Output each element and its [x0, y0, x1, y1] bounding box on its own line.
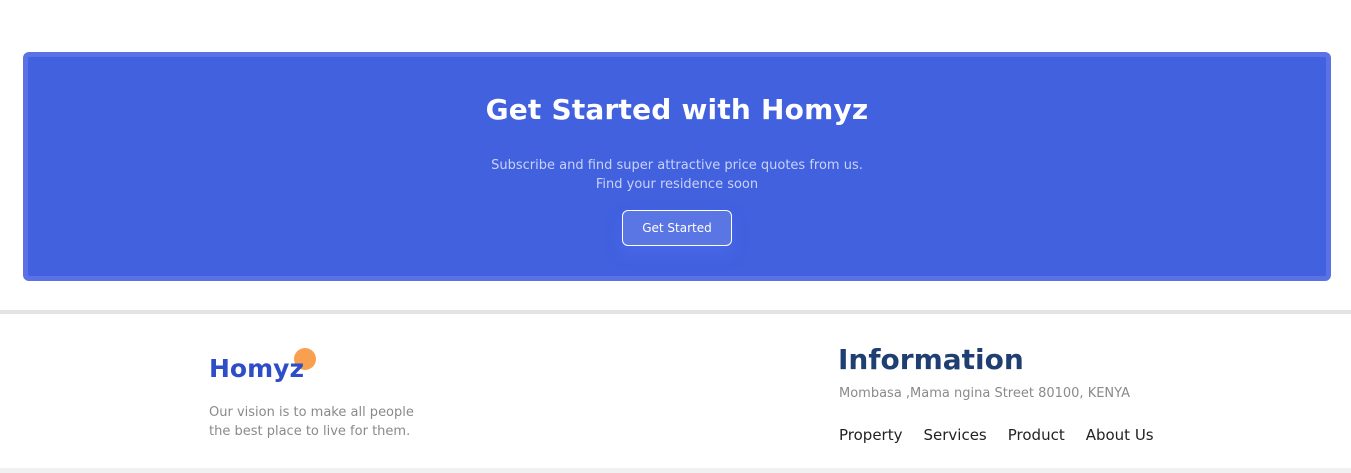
footer-link-product[interactable]: Product: [1008, 426, 1065, 444]
vision-line-2: the best place to live for them.: [209, 424, 411, 439]
page-bottom-edge: [0, 468, 1351, 473]
information-heading: Information: [838, 343, 1024, 376]
footer-link-property[interactable]: Property: [839, 426, 902, 444]
footer-nav: Property Services Product About Us: [839, 426, 1154, 444]
vision-line-1: Our vision is to make all people: [209, 405, 414, 420]
banner-subtitle: Subscribe and find super attractive pric…: [28, 156, 1326, 194]
logo-text: Homyz: [209, 354, 304, 383]
footer-link-about-us[interactable]: About Us: [1086, 426, 1154, 444]
footer-logo[interactable]: Homyz: [209, 348, 329, 391]
footer-link-services[interactable]: Services: [923, 426, 986, 444]
banner-subtitle-line-1: Subscribe and find super attractive pric…: [491, 158, 863, 173]
footer-vision-text: Our vision is to make all people the bes…: [209, 403, 439, 441]
footer-address: Mombasa ,Mama ngina Street 80100, KENYA: [839, 386, 1130, 401]
page: Get Started with Homyz Subscribe and fin…: [0, 0, 1351, 473]
banner-title: Get Started with Homyz: [485, 93, 869, 126]
get-started-banner: Get Started with Homyz Subscribe and fin…: [23, 52, 1331, 281]
footer-divider: [0, 310, 1351, 314]
get-started-button[interactable]: Get Started: [622, 210, 732, 246]
banner-subtitle-line-2: Find your residence soon: [595, 177, 759, 192]
